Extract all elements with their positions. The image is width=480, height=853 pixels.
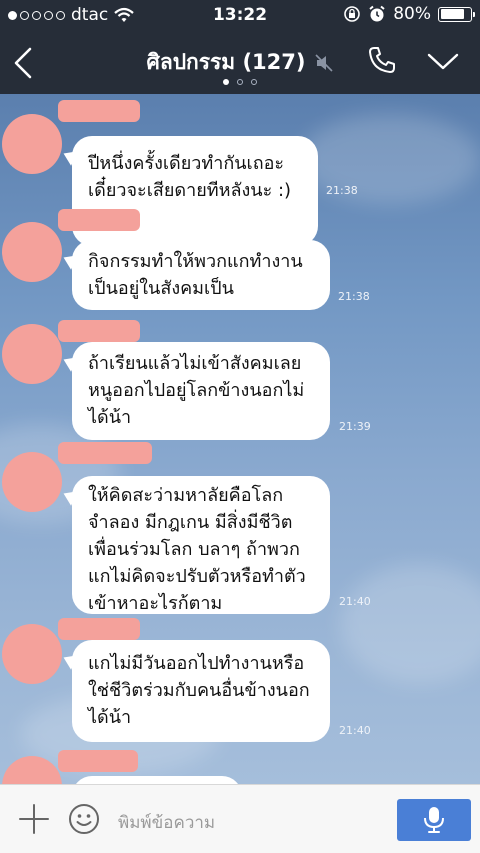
sender-name-redacted (58, 618, 140, 640)
chat-title-area: ศิลปกรรม (127) (0, 46, 480, 79)
page-dot (223, 79, 229, 85)
message-time: 21:40 (339, 724, 371, 737)
message-input-bar: พิมพ์ข้อความ (0, 784, 480, 853)
background-cloud (340, 564, 480, 684)
message-time: 21:40 (339, 595, 371, 608)
chat-title: ศิลปกรรม (127) (146, 50, 306, 74)
message-bubble[interactable]: กิจกรรมทำให้พวกแกทำงาน เป็นอยู่ในสังคมเป… (72, 240, 330, 310)
voice-message-button[interactable] (397, 799, 471, 841)
message-time: 21:38 (338, 290, 370, 303)
avatar[interactable] (2, 222, 62, 282)
alarm-icon (369, 5, 385, 22)
message-time: 21:38 (326, 184, 358, 197)
status-bar: dtac 13:22 80% (0, 0, 480, 32)
message-bubble[interactable]: ถ้าเรียนแล้วไม่เข้าสังคมเลย หนูออกไปอยู่… (72, 342, 330, 440)
avatar[interactable] (2, 114, 62, 174)
message-bubble[interactable]: ให้คิดสะว่ามหาลัยคือโลก จำลอง มีกฎเกน มี… (72, 476, 330, 614)
avatar[interactable] (2, 324, 62, 384)
plus-icon[interactable] (18, 803, 50, 835)
page-dot (251, 79, 257, 85)
page-dot (237, 79, 243, 85)
status-right: 80% (343, 4, 475, 24)
message-bubble[interactable]: แกไม่มีวันออกไปทำงานหรือ ใช่ชีวิตร่วมกับ… (72, 640, 330, 742)
message-time: 21:39 (339, 420, 371, 433)
sender-name-redacted (58, 209, 140, 231)
rotation-lock-icon (344, 6, 361, 22)
sender-name-redacted (58, 750, 138, 772)
mute-icon (314, 53, 333, 72)
call-icon[interactable] (366, 44, 398, 76)
battery-percent: 80% (393, 4, 431, 24)
sender-name-redacted (58, 320, 140, 342)
chat-area[interactable]: ปีหนึ่งครั้งเดียวทำกันเถอะ เดี๋ยวจะเสียด… (0, 94, 480, 784)
page-indicator (0, 79, 480, 85)
message-bubble-partial[interactable] (72, 776, 242, 784)
avatar[interactable] (2, 624, 62, 684)
battery-icon (438, 6, 475, 22)
microphone-icon (424, 807, 444, 833)
battery-fill (440, 9, 464, 19)
message-input[interactable]: พิมพ์ข้อความ (118, 809, 215, 836)
avatar[interactable] (2, 452, 62, 512)
chat-header: ศิลปกรรม (127) (0, 32, 480, 94)
sender-name-redacted (58, 442, 152, 464)
chevron-down-icon[interactable] (426, 52, 460, 72)
emoji-icon[interactable] (68, 803, 100, 835)
sender-name-redacted (58, 100, 140, 122)
